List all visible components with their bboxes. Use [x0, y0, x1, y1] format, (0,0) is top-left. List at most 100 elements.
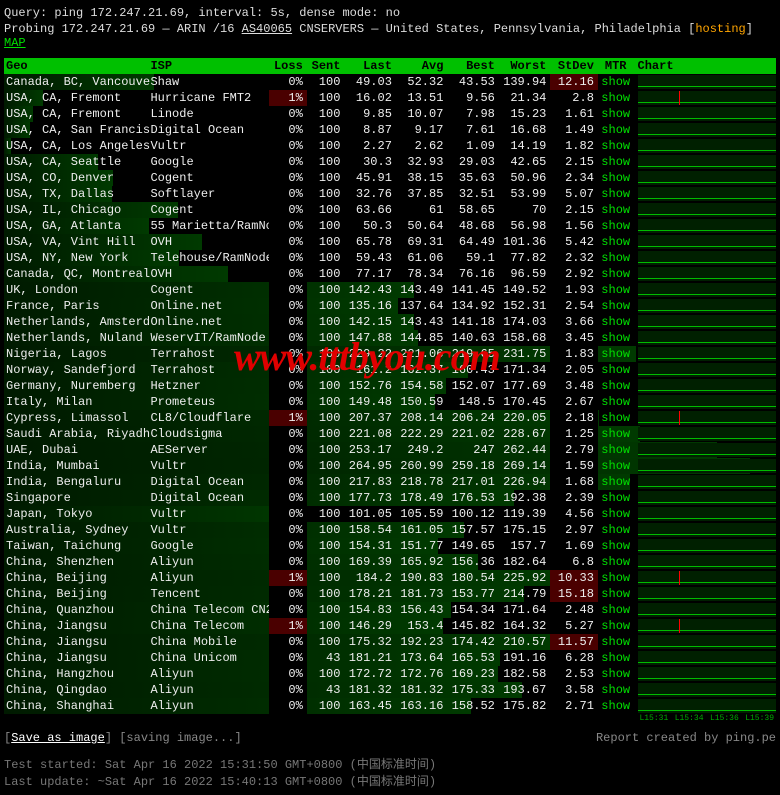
- cell-best: 180.54: [447, 570, 498, 586]
- cell-sent: 100: [307, 410, 345, 426]
- mtr-show-link[interactable]: show: [598, 554, 634, 570]
- mtr-show-link[interactable]: show: [598, 202, 634, 218]
- mtr-show-link[interactable]: show: [598, 122, 634, 138]
- mtr-show-link[interactable]: show: [598, 266, 634, 282]
- mtr-show-link[interactable]: show: [598, 362, 634, 378]
- cell-avg: 163.16: [396, 698, 447, 714]
- cell-loss: 0%: [269, 106, 307, 122]
- cell-last: 142.43: [344, 282, 395, 298]
- hdr-best[interactable]: Best: [447, 58, 498, 74]
- cell-geo: China, Jiangsu: [4, 650, 150, 666]
- cell-geo: China, Hangzhou: [4, 666, 150, 682]
- cell-stdev: 2.32: [550, 250, 598, 266]
- cell-best: 259.18: [447, 458, 498, 474]
- cell-stdev: 1.68: [550, 474, 598, 490]
- cell-loss: 1%: [269, 570, 307, 586]
- cell-last: 178.21: [344, 586, 395, 602]
- mtr-show-link[interactable]: show: [598, 186, 634, 202]
- table-row: Cypress, LimassolCL8/Cloudflare1%100207.…: [4, 410, 776, 426]
- cell-best: 174.42: [447, 634, 498, 650]
- cell-stdev: 10.33: [550, 570, 598, 586]
- cell-geo: UK, London: [4, 282, 150, 298]
- cell-isp: Cogent: [150, 170, 269, 186]
- cell-worst: 170.45: [499, 394, 550, 410]
- save-as-image-link[interactable]: Save as image: [11, 731, 105, 745]
- mtr-show-link[interactable]: show: [598, 106, 634, 122]
- table-row: USA, CO, DenverCogent0%10045.9138.1535.6…: [4, 170, 776, 186]
- hdr-mtr[interactable]: MTR: [598, 58, 634, 74]
- mtr-show-link[interactable]: show: [598, 650, 634, 666]
- table-row: Norway, SandefjordTerrahost0%100161.2162…: [4, 362, 776, 378]
- cell-isp: Shaw: [150, 74, 269, 90]
- cell-worst: 152.31: [499, 298, 550, 314]
- cell-chart: [634, 618, 777, 634]
- mtr-show-link[interactable]: show: [598, 298, 634, 314]
- mtr-show-link[interactable]: show: [598, 442, 634, 458]
- mtr-show-link[interactable]: show: [598, 170, 634, 186]
- mtr-show-link[interactable]: show: [598, 74, 634, 90]
- cell-geo: France, Paris: [4, 298, 150, 314]
- mtr-show-link[interactable]: show: [598, 314, 634, 330]
- cell-loss: 0%: [269, 186, 307, 202]
- cell-best: 7.98: [447, 106, 498, 122]
- mtr-show-link[interactable]: show: [598, 634, 634, 650]
- hdr-avg[interactable]: Avg: [396, 58, 447, 74]
- hdr-chart[interactable]: Chart: [634, 58, 777, 74]
- mtr-show-link[interactable]: show: [598, 586, 634, 602]
- mtr-show-link[interactable]: show: [598, 506, 634, 522]
- mtr-show-link[interactable]: show: [598, 570, 634, 586]
- cell-chart: [634, 218, 777, 234]
- hdr-loss[interactable]: Loss: [269, 58, 307, 74]
- hdr-last[interactable]: Last: [344, 58, 395, 74]
- cell-stdev: 5.07: [550, 186, 598, 202]
- last-update: Last update: ~Sat Apr 16 2022 15:40:13 G…: [4, 772, 776, 789]
- cell-loss: 0%: [269, 394, 307, 410]
- cell-worst: 42.65: [499, 154, 550, 170]
- cell-isp: AEServer: [150, 442, 269, 458]
- cell-last: 8.87: [344, 122, 395, 138]
- mtr-show-link[interactable]: show: [598, 250, 634, 266]
- table-row: Canada, QC, MontrealOVH0%10077.1778.3476…: [4, 266, 776, 282]
- cell-isp: Vultr: [150, 138, 269, 154]
- mtr-show-link[interactable]: show: [598, 394, 634, 410]
- mtr-show-link[interactable]: show: [598, 682, 634, 698]
- hdr-isp[interactable]: ISP: [150, 58, 269, 74]
- mtr-show-link[interactable]: show: [598, 410, 634, 426]
- mtr-show-link[interactable]: show: [598, 218, 634, 234]
- cell-geo: USA, CA, Seattle: [4, 154, 150, 170]
- mtr-show-link[interactable]: show: [598, 474, 634, 490]
- mtr-show-link[interactable]: show: [598, 538, 634, 554]
- mtr-show-link[interactable]: show: [598, 346, 634, 362]
- cell-avg: 38.15: [396, 170, 447, 186]
- map-link[interactable]: MAP: [4, 36, 26, 50]
- cell-sent: 100: [307, 618, 345, 634]
- mtr-show-link[interactable]: show: [598, 698, 634, 714]
- table-row: USA, VA, Vint HillOVH0%10065.7869.3164.4…: [4, 234, 776, 250]
- mtr-show-link[interactable]: show: [598, 522, 634, 538]
- cell-stdev: 2.15: [550, 202, 598, 218]
- mtr-show-link[interactable]: show: [598, 138, 634, 154]
- mtr-show-link[interactable]: show: [598, 378, 634, 394]
- mtr-show-link[interactable]: show: [598, 330, 634, 346]
- cell-sent: 100: [307, 538, 345, 554]
- hdr-worst[interactable]: Worst: [499, 58, 550, 74]
- cell-last: 221.08: [344, 426, 395, 442]
- hdr-geo[interactable]: Geo: [4, 58, 150, 74]
- hdr-sent[interactable]: Sent: [307, 58, 345, 74]
- mtr-show-link[interactable]: show: [598, 666, 634, 682]
- mtr-show-link[interactable]: show: [598, 154, 634, 170]
- mtr-show-link[interactable]: show: [598, 90, 634, 106]
- mtr-show-link[interactable]: show: [598, 426, 634, 442]
- mtr-show-link[interactable]: show: [598, 490, 634, 506]
- mtr-show-link[interactable]: show: [598, 282, 634, 298]
- hdr-stdev[interactable]: StDev: [550, 58, 598, 74]
- mtr-show-link[interactable]: show: [598, 458, 634, 474]
- hosting-tag: hosting: [695, 22, 745, 36]
- mtr-show-link[interactable]: show: [598, 234, 634, 250]
- table-row: Canada, BC, VancouverShaw0%10049.0352.32…: [4, 74, 776, 90]
- mtr-show-link[interactable]: show: [598, 602, 634, 618]
- cell-avg: 150.59: [396, 394, 447, 410]
- asn-link[interactable]: AS40065: [242, 22, 292, 36]
- cell-worst: 119.39: [499, 506, 550, 522]
- mtr-show-link[interactable]: show: [598, 618, 634, 634]
